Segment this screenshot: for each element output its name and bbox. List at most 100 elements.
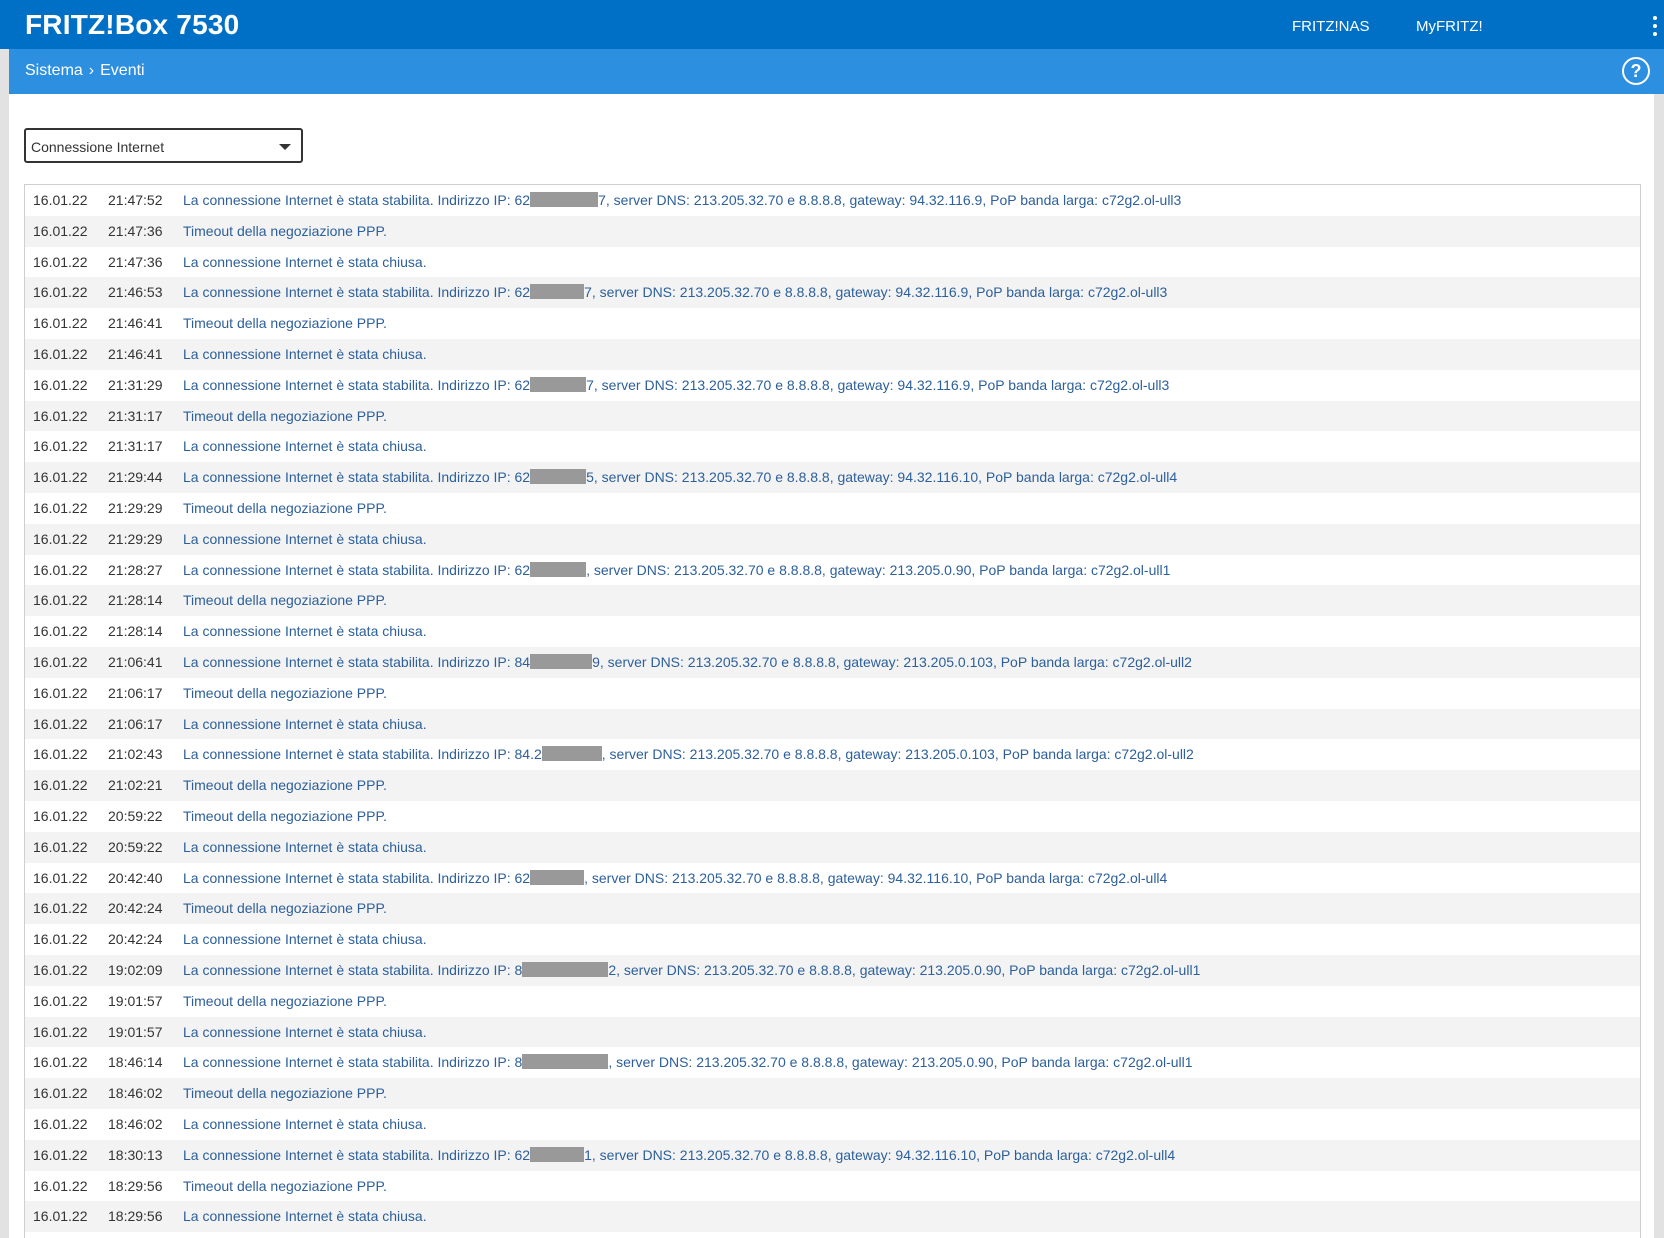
event-message[interactable]: La connessione Internet è stata chiusa. (183, 924, 427, 955)
event-message[interactable]: La connessione Internet è stata chiusa. (183, 616, 427, 647)
event-message-text: La connessione Internet è stata stabilit… (183, 1146, 531, 1163)
event-message-text: La connessione Internet è stata chiusa. (183, 715, 427, 732)
event-row: 16.01.22 21:31:17 Timeout della negoziazio… (25, 400, 1640, 432)
event-message[interactable]: Timeout della negoziazione PPP. (183, 986, 387, 1017)
event-message-text: Timeout della negoziazione PPP. (183, 777, 387, 794)
event-message[interactable]: La connessione Internet è stata chiusa. (183, 1017, 427, 1048)
event-message[interactable]: Timeout della negoziazione PPP. (183, 770, 387, 801)
event-date: 16.01.22 (33, 1177, 88, 1194)
event-row: 16.01.22 21:47:36 Timeout della negoziazio… (25, 215, 1640, 247)
event-date: 16.01.22 (33, 931, 88, 948)
event-message[interactable]: La connessione Internet è stata stabilit… (183, 1047, 1193, 1078)
event-message-text: La connessione Internet è stata stabilit… (183, 192, 531, 208)
event-filter-value: Connessione Internet (31, 139, 165, 155)
event-message-text: La connessione Internet è stata stabilit… (183, 1054, 523, 1071)
event-message[interactable]: La connessione Internet è stata chiusa. (183, 1109, 427, 1140)
event-message[interactable]: La connessione Internet è stata stabilit… (183, 863, 1167, 894)
event-log-list[interactable]: 16.01.22 21:47:52 La connessione Internet … (24, 184, 1641, 1238)
event-time: 20:59:22 (108, 838, 163, 855)
event-date: 16.01.22 (33, 1085, 88, 1102)
redacted-ip-block (522, 961, 609, 977)
event-row: 16.01.22 21:46:41 Timeout della negoziazio… (25, 308, 1640, 339)
event-date: 16.01.22 (33, 653, 88, 670)
breadcrumb-page: Eventi (100, 62, 145, 79)
event-time: 20:42:24 (108, 931, 163, 948)
event-message-text: La connessione Internet è stata chiusa. (183, 1115, 427, 1132)
event-time: 21:47:36 (108, 253, 163, 270)
event-message[interactable]: La connessione Internet è stata stabilit… (183, 647, 1192, 678)
event-message[interactable]: La connessione Internet è stata stabilit… (183, 955, 1200, 986)
event-row: 16.01.22 21:46:41 La connessione Internet … (25, 338, 1640, 370)
event-time: 21:46:53 (108, 284, 163, 301)
event-message-details: 1, server DNS: 213.205.32.70 e 8.8.8.8, … (584, 1146, 1176, 1163)
event-message[interactable]: La connessione Internet è stata stabilit… (183, 277, 1167, 308)
event-message[interactable]: Timeout della negoziazione PPP. (183, 801, 387, 832)
event-row: 16.01.22 19:02:09 La connessione Internet … (25, 954, 1640, 986)
event-time: 18:30:13 (108, 1146, 163, 1163)
redacted-ip-block (530, 192, 599, 207)
event-message[interactable]: Timeout della negoziazione PPP. (183, 401, 387, 432)
event-message[interactable]: Timeout della negoziazione PPP. (183, 1078, 387, 1109)
redacted-ip-block (530, 1146, 585, 1162)
event-time: 21:29:29 (108, 530, 163, 547)
event-message[interactable]: La connessione Internet è stata chiusa. (183, 247, 427, 278)
event-time: 21:46:41 (108, 315, 163, 332)
event-message[interactable]: La connessione Internet è stata chiusa. (183, 524, 427, 555)
event-message-details: , server DNS: 213.205.32.70 e 8.8.8.8, g… (584, 869, 1168, 886)
event-message[interactable]: Timeout della negoziazione PPP. (183, 493, 387, 524)
event-message[interactable]: La connessione Internet è stata stabilit… (183, 555, 1170, 586)
event-message[interactable]: Timeout della negoziazione PPP. (183, 893, 387, 924)
event-row: 16.01.22 21:47:36 La connessione Internet … (25, 247, 1640, 278)
event-message[interactable]: Timeout della negoziazione PPP. (183, 216, 387, 247)
redacted-ip-block (530, 376, 587, 392)
event-message-text: Timeout della negoziazione PPP. (183, 992, 387, 1009)
event-date: 16.01.22 (33, 1023, 88, 1040)
event-message-text: La connessione Internet è stata chiusa. (183, 1208, 427, 1225)
event-date: 16.01.22 (33, 345, 88, 362)
event-message-text: Timeout della negoziazione PPP. (183, 900, 387, 917)
event-message-text: La connessione Internet è stata stabilit… (183, 869, 531, 886)
event-date: 16.01.22 (33, 807, 88, 824)
event-message-text: Timeout della negoziazione PPP. (183, 807, 387, 824)
fritz-nas-link[interactable]: FRITZ!NAS (1292, 17, 1370, 37)
event-message-text: Timeout della negoziazione PPP. (183, 684, 387, 701)
event-message[interactable]: La connessione Internet è stata stabilit… (183, 185, 1181, 216)
event-message-text: Timeout della negoziazione PPP. (183, 1177, 387, 1194)
event-row: 16.01.22 21:31:29 La connessione Internet … (25, 370, 1640, 401)
event-message[interactable]: Timeout della negoziazione PPP. (183, 308, 387, 339)
event-message[interactable]: La connessione Internet è stata stabilit… (183, 370, 1169, 401)
event-message-details: 9, server DNS: 213.205.32.70 e 8.8.8.8, … (592, 653, 1192, 670)
event-message[interactable]: Timeout della negoziazione PPP. (183, 1171, 387, 1202)
myfritz-link[interactable]: MyFRITZ! (1416, 17, 1483, 37)
event-time: 21:31:17 (108, 438, 163, 455)
event-time: 21:31:17 (108, 407, 163, 424)
event-message[interactable]: La connessione Internet è stata chiusa. (183, 339, 427, 370)
event-message-text: La connessione Internet è stata stabilit… (183, 561, 531, 578)
breadcrumb-section[interactable]: Sistema (25, 62, 83, 79)
event-message[interactable]: La connessione Internet è stata stabilit… (183, 739, 1194, 770)
event-message[interactable]: La connessione Internet è stata chiusa. (183, 431, 427, 462)
event-message[interactable]: La connessione Internet è stata chiusa. (183, 1201, 427, 1232)
help-icon[interactable]: ? (1622, 57, 1650, 85)
event-message-text: La connessione Internet è stata stabilit… (183, 376, 531, 393)
event-message-text: La connessione Internet è stata stabilit… (183, 469, 531, 486)
event-row: 16.01.22 21:02:21 Timeout della negoziazio… (25, 770, 1640, 801)
event-date: 16.01.22 (33, 284, 88, 301)
redacted-ip-block (530, 469, 587, 485)
event-message[interactable]: La connessione Internet è stata stabilit… (183, 1140, 1175, 1171)
event-message[interactable]: La connessione Internet è stata stabilit… (183, 462, 1177, 493)
event-time: 21:06:17 (108, 684, 163, 701)
more-menu-icon[interactable] (1652, 16, 1658, 36)
event-message-details: , server DNS: 213.205.32.70 e 8.8.8.8, g… (601, 746, 1194, 763)
event-message-details: 5, server DNS: 213.205.32.70 e 8.8.8.8, … (586, 469, 1178, 486)
event-message[interactable]: Timeout della negoziazione PPP. (183, 585, 387, 616)
event-message[interactable]: La connessione Internet è stata chiusa. (183, 709, 427, 740)
event-time: 21:28:27 (108, 561, 163, 578)
event-time: 21:06:17 (108, 715, 163, 732)
event-filter-select[interactable]: Connessione Internet (24, 128, 303, 163)
event-message[interactable]: Timeout della negoziazione PPP. (183, 678, 387, 709)
event-row: 16.01.22 21:06:17 La connessione Internet … (25, 708, 1640, 740)
event-date: 16.01.22 (33, 530, 88, 547)
event-message[interactable]: La connessione Internet è stata chiusa. (183, 832, 427, 863)
event-row: 16.01.22 18:30:13 La connessione Internet … (25, 1139, 1640, 1171)
